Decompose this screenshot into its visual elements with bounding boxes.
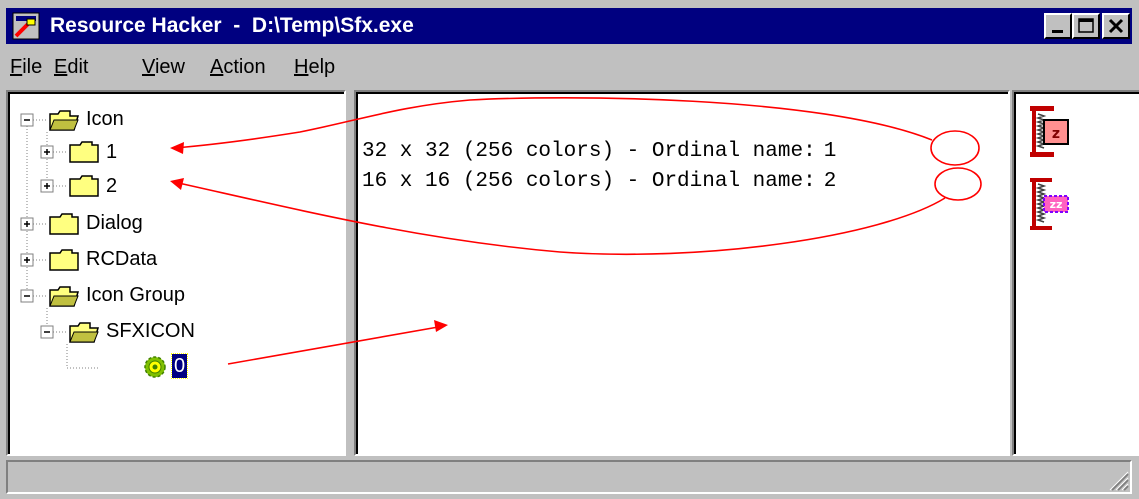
resource-hacker-app-icon[interactable] — [12, 12, 40, 40]
maximize-icon — [1078, 18, 1094, 33]
resource-tree-inner: Icon 1 2 Dialog RCData Icon Group SFXICO… — [8, 92, 344, 454]
minimize-icon — [1052, 30, 1063, 33]
folder-icon — [49, 213, 79, 235]
tree-item-1[interactable]: 1 — [106, 140, 117, 164]
tree-item-0-selected[interactable]: 0 — [170, 353, 189, 379]
menu-edit[interactable]: Edit — [54, 54, 88, 80]
icon-preview-inner: z zz — [1014, 92, 1139, 454]
resource-gear-icon — [144, 356, 166, 378]
maximize-button[interactable] — [1072, 13, 1100, 39]
close-icon — [1108, 18, 1124, 34]
close-button[interactable] — [1102, 13, 1130, 39]
resource-line-1-ordinal: 1 — [823, 140, 837, 163]
tree-item-sfxicon[interactable]: SFXICON — [106, 319, 195, 343]
folder-icon — [49, 249, 79, 271]
resource-line-1-text: 32 x 32 (256 colors) - Ordinal name: — [362, 140, 816, 163]
status-bar — [6, 460, 1132, 494]
resource-tree-pane[interactable]: Icon 1 2 Dialog RCData Icon Group SFXICO… — [6, 90, 346, 456]
folder-icon — [69, 141, 99, 163]
menu-action[interactable]: Action — [210, 54, 266, 80]
tree-connector-lines — [20, 113, 98, 369]
menu-view-label: iew — [154, 56, 185, 78]
open-folder-icon — [69, 322, 99, 343]
tree-item-icon[interactable]: Icon — [86, 107, 124, 131]
svg-text:z: z — [1052, 126, 1060, 142]
menu-edit-label: dit — [67, 56, 89, 78]
menu-file-label: ile — [22, 56, 43, 78]
resource-line-2[interactable]: 16 x 16 (256 colors) - Ordinal name: 2 — [362, 168, 836, 196]
resize-grip-icon[interactable] — [1106, 468, 1130, 492]
menu-file-mnemonic: F — [10, 56, 23, 78]
tree-item-2[interactable]: 2 — [106, 174, 117, 198]
open-folder-icon — [49, 286, 79, 307]
menu-action-label: ction — [223, 56, 266, 78]
title-bar[interactable]: Resource Hacker - D:\Temp\Sfx.exe — [6, 8, 1132, 44]
minimize-button[interactable] — [1044, 13, 1072, 39]
menu-bar: File Edit View Action Help — [6, 48, 1132, 84]
menu-file[interactable]: File — [10, 54, 42, 80]
menu-help-label: elp — [308, 56, 336, 78]
tree-item-dialog[interactable]: Dialog — [86, 211, 143, 235]
tree-item-icon-group[interactable]: Icon Group — [86, 283, 185, 307]
resource-view-inner: 32 x 32 (256 colors) - Ordinal name: 1 16… — [356, 92, 1008, 454]
tree-item-rcdata[interactable]: RCData — [86, 247, 157, 271]
resource-line-2-ordinal: 2 — [823, 170, 837, 193]
resource-view-pane[interactable]: 32 x 32 (256 colors) - Ordinal name: 1 16… — [354, 90, 1010, 456]
large-compress-icon: z — [1030, 106, 1069, 157]
menu-view[interactable]: View — [142, 54, 185, 80]
main-window: Resource Hacker - D:\Temp\Sfx.exe File E… — [0, 0, 1139, 499]
resource-line-2-text: 16 x 16 (256 colors) - Ordinal name: — [362, 170, 816, 193]
menu-help[interactable]: Help — [294, 54, 335, 80]
folder-icon — [69, 175, 99, 197]
icon-preview-pane: z zz — [1012, 90, 1139, 456]
small-compress-icon: zz — [1030, 178, 1069, 230]
svg-text:zz: zz — [1050, 198, 1063, 211]
menu-action-mnemonic: A — [210, 56, 224, 78]
menu-view-mnemonic: V — [142, 56, 155, 78]
resource-line-1[interactable]: 32 x 32 (256 colors) - Ordinal name: 1 — [362, 138, 836, 166]
menu-help-mnemonic: H — [294, 56, 309, 78]
open-folder-icon — [49, 110, 79, 131]
menu-edit-mnemonic: E — [54, 56, 68, 78]
window-title: Resource Hacker - D:\Temp\Sfx.exe — [50, 14, 414, 37]
